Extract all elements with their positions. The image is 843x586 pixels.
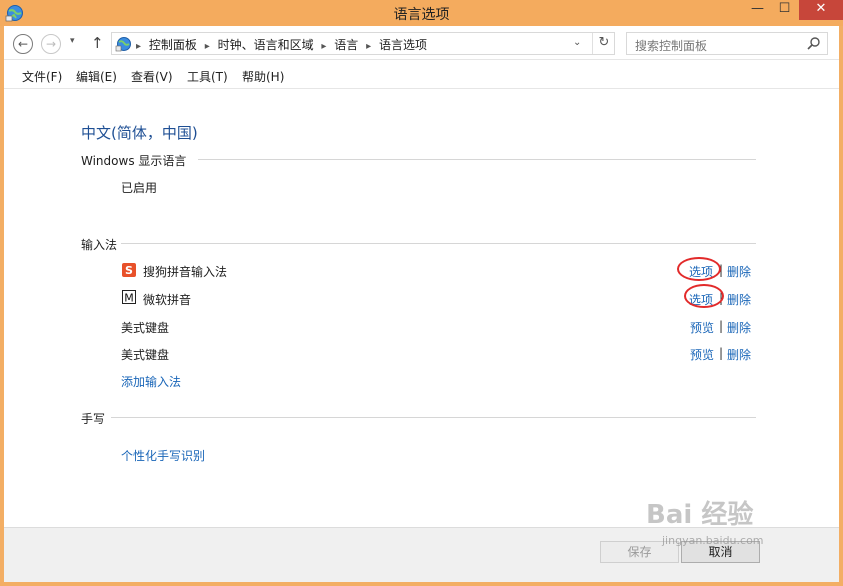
section-divider	[111, 417, 756, 418]
breadcrumb-item[interactable]: 时钟、语言和区域	[218, 38, 314, 52]
menu-tools[interactable]: 工具(T)	[187, 68, 228, 85]
link-separator: |	[719, 319, 724, 333]
minimize-button[interactable]: —	[744, 0, 771, 20]
breadcrumb-separator-icon[interactable]: ▸	[205, 41, 210, 52]
recent-locations-dropdown-icon[interactable]: ▾	[70, 36, 75, 46]
search-placeholder: 搜索控制面板	[635, 39, 708, 53]
input-method-name: 搜狗拼音输入法	[143, 265, 228, 279]
cancel-button[interactable]: 取消	[681, 541, 760, 563]
sogou-s-icon: S	[122, 263, 136, 277]
control-panel-window: 语言选项 — ☐ ✕ ← → ▾ ↑ ▸ 控制面板 ▸ 时钟、语言和区域 ▸ 语…	[0, 0, 843, 586]
input-method-remove-link[interactable]: 删除	[727, 291, 751, 308]
maximize-button[interactable]: ☐	[771, 0, 798, 20]
breadcrumb-item[interactable]: 语言	[334, 38, 358, 52]
save-button[interactable]: 保存	[600, 541, 679, 563]
input-method-name: 微软拼音	[143, 293, 192, 307]
input-method-remove-link[interactable]: 删除	[727, 319, 751, 336]
personalize-handwriting-link[interactable]: 个性化手写识别	[121, 447, 205, 464]
input-method-remove-link[interactable]: 删除	[727, 346, 751, 363]
refresh-button[interactable]: ↻	[592, 33, 615, 54]
page-title: 中文(简体，中国)	[81, 124, 198, 142]
section-divider	[198, 159, 756, 160]
forward-button[interactable]: →	[41, 34, 61, 54]
microsoft-m-icon: M	[122, 290, 136, 304]
annotation-circle	[677, 257, 721, 281]
handwriting-heading: 手写	[81, 412, 106, 426]
menu-help[interactable]: 帮助(H)	[242, 68, 284, 85]
add-input-method-link[interactable]: 添加输入法	[121, 373, 181, 390]
dialog-footer: 保存 取消	[4, 527, 839, 582]
language-options-content: 中文(简体，中国) Windows 显示语言 已启用 输入法 S 搜狗拼音输入法…	[4, 90, 839, 527]
window-client-area: ← → ▾ ↑ ▸ 控制面板 ▸ 时钟、语言和区域 ▸ 语言 ▸ 语言选项 ⌄ …	[4, 26, 839, 582]
breadcrumb-item[interactable]: 语言选项	[379, 38, 427, 52]
breadcrumb-separator-icon[interactable]: ▸	[321, 41, 326, 52]
breadcrumb-item[interactable]: 控制面板	[149, 38, 197, 52]
address-dropdown-icon[interactable]: ⌄	[573, 37, 581, 48]
svg-text:S: S	[125, 264, 133, 277]
svg-text:M: M	[124, 292, 134, 305]
breadcrumb: ▸ 控制面板 ▸ 时钟、语言和区域 ▸ 语言 ▸ 语言选项	[136, 36, 431, 53]
section-divider	[121, 243, 756, 244]
address-bar[interactable]: ▸ 控制面板 ▸ 时钟、语言和区域 ▸ 语言 ▸ 语言选项 ⌄ ↻	[111, 32, 615, 55]
link-separator: |	[719, 346, 724, 360]
close-button[interactable]: ✕	[799, 0, 843, 20]
menu-bar: 文件(F) 编辑(E) 查看(V) 工具(T) 帮助(H)	[4, 61, 839, 89]
annotation-circle	[684, 284, 724, 308]
up-arrow-icon[interactable]: ↑	[91, 34, 104, 52]
menu-file[interactable]: 文件(F)	[22, 68, 62, 85]
input-method-preview-link[interactable]: 预览	[690, 346, 714, 363]
display-language-status: 已启用	[121, 181, 158, 195]
menu-view[interactable]: 查看(V)	[131, 68, 173, 85]
search-input[interactable]: 搜索控制面板	[626, 32, 828, 55]
breadcrumb-separator-icon[interactable]: ▸	[366, 41, 371, 52]
breadcrumb-separator-icon[interactable]: ▸	[136, 41, 141, 52]
input-method-name: 美式键盘	[121, 321, 170, 335]
display-language-heading: Windows 显示语言	[81, 154, 187, 168]
input-method-remove-link[interactable]: 删除	[727, 263, 751, 280]
window-title: 语言选项	[393, 7, 450, 23]
navigation-bar: ← → ▾ ↑ ▸ 控制面板 ▸ 时钟、语言和区域 ▸ 语言 ▸ 语言选项 ⌄ …	[4, 26, 839, 60]
search-icon[interactable]	[807, 36, 821, 50]
menu-edit[interactable]: 编辑(E)	[76, 68, 117, 85]
back-button[interactable]: ←	[13, 34, 33, 54]
title-bar: 语言选项 — ☐ ✕	[0, 0, 843, 26]
input-method-name: 美式键盘	[121, 348, 170, 362]
control-panel-globe-icon	[115, 37, 131, 52]
input-method-heading: 输入法	[81, 238, 118, 252]
input-method-preview-link[interactable]: 预览	[690, 319, 714, 336]
